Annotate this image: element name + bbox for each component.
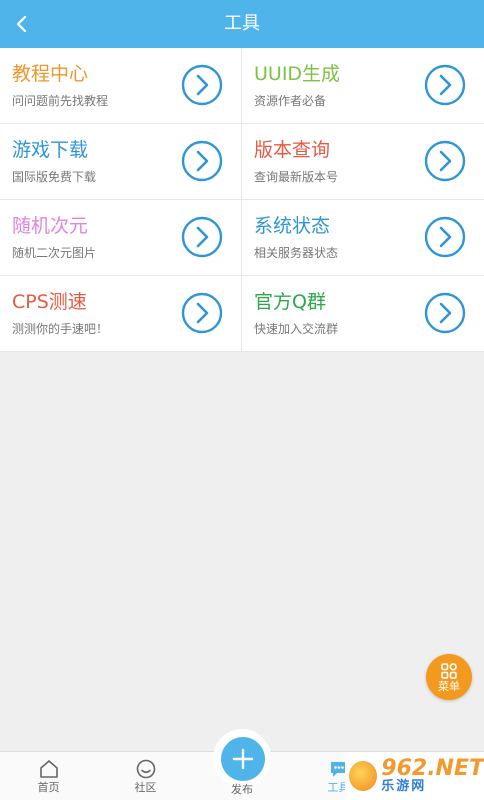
chevron-right-circle-icon[interactable] [424,292,466,334]
watermark-logo-icon [349,761,378,791]
chevron-right-circle-icon[interactable] [181,140,223,182]
tool-subtitle: 测测你的手速吧！ [12,322,109,336]
tools-grid: 教程中心 问问题前先找教程 UUID生成 资源作者必备 游戏下载 国际版免费下载… [0,48,484,352]
tool-subtitle: 随机二次元图片 [12,246,97,260]
tool-random-anime[interactable]: 随机次元 随机二次元图片 [0,200,242,276]
chevron-right-circle-icon[interactable] [424,140,466,182]
menu-fab-button[interactable]: 菜单 [426,654,472,700]
grid-menu-icon [441,662,457,679]
tool-tutorial-center[interactable]: 教程中心 问问题前先找教程 [0,48,242,124]
tool-uuid-generator[interactable]: UUID生成 资源作者必备 [242,48,484,124]
tool-subtitle: 相关服务器状态 [254,246,339,260]
tool-game-download[interactable]: 游戏下载 国际版免费下载 [0,124,242,200]
tab-community[interactable]: 社区 [97,752,194,800]
chevron-right-circle-icon[interactable] [181,64,223,106]
chevron-right-circle-icon[interactable] [424,64,466,106]
watermark-main: 962.NET [381,756,484,781]
page-title: 工具 [224,13,260,34]
tool-title: CPS测速 [12,291,87,313]
plus-icon [232,748,254,770]
top-app-bar: 工具 [0,0,484,48]
tool-cps-speed-test[interactable]: CPS测速 测测你的手速吧！ [0,276,242,352]
tool-title: 系统状态 [254,215,331,237]
tool-subtitle: 国际版免费下载 [12,170,97,184]
tool-subtitle: 问问题前先找教程 [12,94,109,108]
chevron-right-circle-icon[interactable] [181,292,223,334]
tool-title: 随机次元 [12,215,89,237]
tool-subtitle: 资源作者必备 [254,94,327,108]
tab-home[interactable]: 首页 [0,752,97,800]
chat-smile-icon [136,759,155,779]
tool-subtitle: 快速加入交流群 [254,322,339,336]
tool-title: 游戏下载 [12,139,89,161]
tab-community-label: 社区 [134,781,157,794]
watermark: 962.NET 乐游网 [345,752,484,800]
tool-title: 版本查询 [254,139,331,161]
chevron-right-circle-icon[interactable] [424,216,466,258]
tool-subtitle: 查询最新版本号 [254,170,339,184]
home-icon [39,760,58,778]
tab-home-label: 首页 [37,781,60,794]
tool-version-query[interactable]: 版本查询 查询最新版本号 [242,124,484,200]
watermark-sub: 乐游网 [381,779,427,794]
tool-title: 教程中心 [12,63,89,85]
tool-title: UUID生成 [254,63,341,85]
chevron-right-circle-icon[interactable] [181,216,223,258]
tool-title: 官方Q群 [254,291,326,313]
tool-official-qq-group[interactable]: 官方Q群 快速加入交流群 [242,276,484,352]
publish-button[interactable] [221,737,265,781]
menu-fab-label: 菜单 [438,679,460,693]
tool-system-status[interactable]: 系统状态 相关服务器状态 [242,200,484,276]
publish-label: 发布 [231,783,253,796]
